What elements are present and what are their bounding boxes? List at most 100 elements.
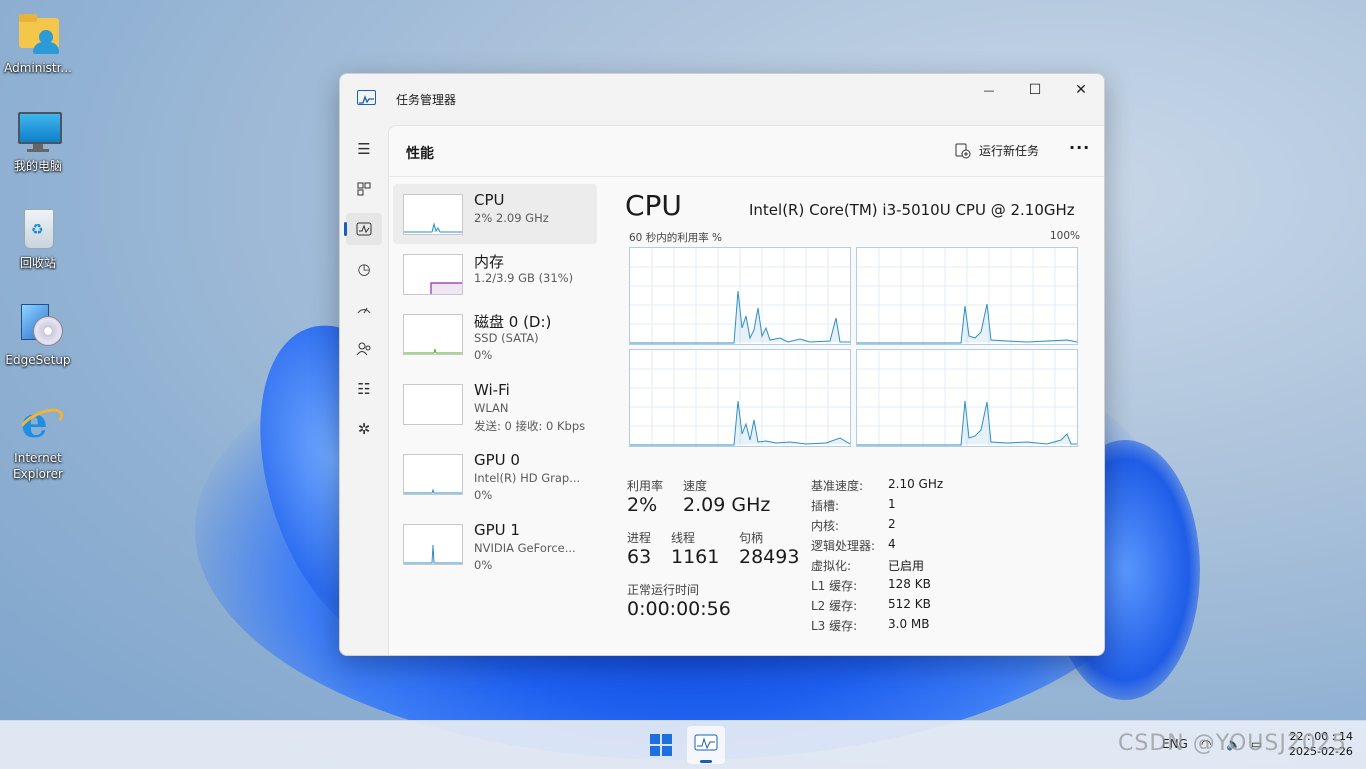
device-name: GPU 0 — [474, 451, 520, 469]
desktop-icon-label: Administr... — [4, 61, 72, 75]
performance-icon[interactable] — [344, 213, 382, 245]
windows-logo-icon — [662, 746, 672, 756]
device-subtitle: 1.2/3.9 GB (31%) — [474, 271, 574, 285]
device-subtitle: SSD (SATA) — [474, 331, 539, 345]
cpu-core-graph — [856, 349, 1078, 447]
device-subtitle: 2% 2.09 GHz — [474, 211, 549, 225]
device-name: 内存 — [474, 253, 505, 271]
device-subtitle: NVIDIA GeForce... — [474, 541, 576, 555]
device-item-cpu[interactable]: CPU 2% 2.09 GHz — [393, 184, 597, 244]
cpu-model-name: Intel(R) Core(TM) i3-5010U CPU @ 2.10GHz — [749, 201, 1075, 219]
performance-page: 性能 运行新任务 ··· CPU 2% 2.09 GHz 内存 1.2/3.9 … — [388, 125, 1104, 655]
graph-caption: 60 秒内的利用率 % — [629, 232, 723, 244]
startup-apps-icon[interactable] — [346, 293, 382, 325]
device-name: Wi-Fi — [474, 381, 510, 399]
device-name: CPU — [474, 191, 505, 209]
spec-value: 128 KB — [888, 577, 931, 591]
desktop-icon-label: 我的电脑 — [13, 159, 62, 173]
processes-icon[interactable] — [346, 173, 382, 205]
device-name: 磁盘 0 (D:) — [474, 313, 552, 331]
spec-value: 已启用 — [888, 559, 925, 573]
desktop-icon-internet-explorer[interactable]: e Internet Explorer — [0, 400, 76, 482]
minimize-icon: — — [983, 83, 995, 97]
recycle-bin-icon: ♻ — [15, 205, 61, 251]
desktop-icon-recycle-bin[interactable]: ♻ 回收站 — [0, 205, 76, 271]
device-thumbnail — [403, 314, 463, 355]
processes-label: 进程 — [627, 531, 652, 545]
spec-key: 基准速度: — [811, 479, 864, 493]
device-subtitle: WLAN — [474, 401, 509, 415]
spec-value: 2.10 GHz — [888, 477, 944, 491]
task-manager-icon — [694, 734, 718, 751]
spec-key: L1 缓存: — [811, 579, 858, 593]
desktop-icon-label: EdgeSetup — [5, 353, 71, 367]
spec-key: 插槽: — [811, 499, 840, 513]
device-usage: 0% — [474, 488, 493, 502]
spec-value: 3.0 MB — [888, 617, 930, 631]
handles-value: 28493 — [739, 546, 800, 568]
spec-value: 512 KB — [888, 597, 931, 611]
device-thumbnail — [403, 254, 463, 295]
device-item-wifi[interactable]: Wi-Fi WLAN 发送: 0 接收: 0 Kbps — [393, 374, 597, 434]
minimize-button[interactable]: — — [966, 74, 1012, 106]
threads-value: 1161 — [671, 546, 720, 568]
task-manager-window: 任务管理器 — ☐ ✕ ☰ ◷ ☷ ✲ ⚙ 性能 运行新任务 ··· — [339, 73, 1105, 656]
uptime-value: 0:00:00:56 — [627, 598, 731, 620]
services-icon[interactable]: ✲ — [346, 413, 382, 445]
maximize-icon: ☐ — [1028, 82, 1042, 98]
details-icon[interactable]: ☷ — [346, 373, 382, 405]
threads-label: 线程 — [671, 531, 696, 545]
windows-logo-icon — [650, 746, 660, 756]
spec-key: 虚拟化: — [811, 559, 852, 573]
desktop-icon-edgesetup[interactable]: EdgeSetup — [0, 302, 76, 368]
uptime-label: 正常运行时间 — [627, 583, 700, 597]
processes-value: 63 — [627, 546, 652, 568]
desktop-icon-label: 回收站 — [19, 256, 56, 270]
setup-disc-icon — [15, 302, 63, 348]
device-subtitle: Intel(R) HD Grap... — [474, 471, 581, 485]
device-item-disk[interactable]: 磁盘 0 (D:) SSD (SATA) 0% — [393, 304, 597, 364]
cpu-core-graph — [629, 349, 851, 447]
desktop-icon-label: Internet Explorer — [13, 451, 63, 481]
speed-label: 速度 — [683, 479, 708, 493]
spec-key: L3 缓存: — [811, 619, 858, 633]
cpu-core-graph — [856, 247, 1078, 345]
device-item-gpu1[interactable]: GPU 1 NVIDIA GeForce... 0% — [393, 514, 597, 574]
spec-key: L2 缓存: — [811, 599, 858, 613]
windows-logo-icon — [650, 734, 660, 744]
spec-value: 4 — [888, 537, 896, 551]
app-history-icon[interactable]: ◷ — [346, 253, 382, 285]
spec-key: 内核: — [811, 519, 840, 533]
page-title: 性能 — [406, 146, 434, 162]
window-title: 任务管理器 — [396, 93, 457, 107]
close-button[interactable]: ✕ — [1058, 74, 1104, 106]
maximize-button[interactable]: ☐ — [1012, 74, 1058, 106]
spec-value: 1 — [888, 497, 896, 511]
desktop-icon-administrator[interactable]: Administr... — [0, 10, 76, 76]
device-name: GPU 1 — [474, 521, 520, 539]
run-new-task-button[interactable]: 运行新任务 — [955, 142, 1039, 159]
title-bar[interactable]: 任务管理器 — ☐ ✕ — [340, 74, 1104, 124]
run-task-icon — [955, 143, 971, 158]
header-divider — [389, 176, 1104, 177]
monitor-icon — [15, 108, 62, 154]
watermark: CSDN @YOUSJ2025 — [1118, 731, 1347, 756]
users-icon[interactable] — [346, 333, 382, 365]
device-usage: 0% — [474, 348, 493, 362]
utilization-label: 利用率 — [627, 479, 664, 493]
hamburger-menu-icon[interactable]: ☰ — [346, 133, 382, 165]
device-usage: 发送: 0 接收: 0 Kbps — [474, 419, 586, 433]
nav-rail: ☰ ◷ ☷ ✲ ⚙ — [340, 124, 388, 655]
active-indicator — [700, 760, 712, 763]
task-manager-app-icon — [357, 90, 376, 105]
desktop-icon-my-computer[interactable]: 我的电脑 — [0, 108, 76, 174]
more-options-button[interactable]: ··· — [1069, 138, 1090, 157]
windows-logo-icon — [662, 734, 672, 744]
internet-explorer-icon: e — [14, 400, 68, 446]
device-item-gpu0[interactable]: GPU 0 Intel(R) HD Grap... 0% — [393, 444, 597, 504]
device-thumbnail — [403, 454, 463, 495]
cpu-core-graph — [629, 247, 851, 345]
taskbar-task-manager-button[interactable] — [687, 726, 725, 764]
device-item-memory[interactable]: 内存 1.2/3.9 GB (31%) — [393, 244, 597, 304]
start-button[interactable] — [650, 734, 672, 756]
